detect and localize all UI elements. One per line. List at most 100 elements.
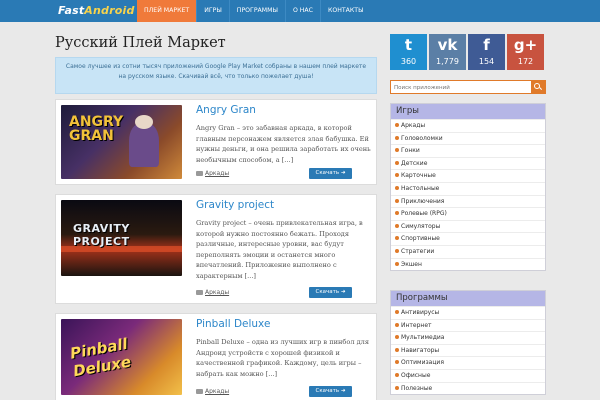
widget-title: Программы — [391, 291, 545, 306]
category-item-internet[interactable]: Интернет — [391, 318, 545, 332]
download-button-label: Скачать — [315, 170, 340, 176]
search-box — [390, 80, 546, 94]
category-label: Офисные — [401, 371, 431, 379]
facebook-icon: f — [483, 36, 490, 54]
vk-icon: vk — [437, 36, 458, 54]
category-item-antivirus[interactable]: Антивирусы — [391, 306, 545, 319]
nav-item-play-market[interactable]: ПЛЕЙ МАРКЕТ — [137, 0, 197, 22]
twitter-icon: t — [404, 36, 413, 54]
programs-category-list: Антивирусы Интернет Мультимедиа Навигато… — [391, 306, 545, 394]
bullet-icon — [395, 185, 399, 190]
bullet-icon — [395, 322, 399, 327]
category-label: Стратегии — [401, 247, 435, 255]
category-item-arcade[interactable]: Аркады — [391, 119, 545, 132]
category-item-kids[interactable]: Детские — [391, 156, 545, 170]
category-item-office[interactable]: Офисные — [391, 368, 545, 382]
category-item-navigation[interactable]: Навигаторы — [391, 343, 545, 357]
search-button[interactable] — [531, 81, 545, 93]
post-description: Pinball Deluxe – одна из лучших игр в пи… — [196, 338, 370, 378]
twitter-count: 360 — [400, 57, 417, 66]
post-category: Аркады — [196, 388, 229, 395]
nav-item-programs[interactable]: ПРОГРАММЫ — [228, 0, 285, 22]
category-label: Антивирусы — [401, 309, 440, 316]
thumbnail-art-text: GRAVITY PROJECT — [73, 222, 130, 248]
character-figure — [129, 123, 159, 167]
google-plus-share-button[interactable]: g+ 172 — [507, 34, 544, 70]
post-card: Pinball Deluxe Pinball Deluxe Pinball De… — [55, 313, 377, 400]
search-icon-handle — [538, 87, 543, 91]
bullet-icon — [395, 372, 399, 377]
category-item-action[interactable]: Экшен — [391, 257, 545, 271]
category-label: Оптимизация — [401, 359, 444, 367]
category-link[interactable]: Аркады — [205, 388, 229, 395]
games-widget: Игры Аркады Головоломки Гонки Детские Ка… — [390, 103, 546, 272]
category-item-useful[interactable]: Полезные — [391, 381, 545, 395]
facebook-count: 154 — [478, 57, 495, 66]
post-title[interactable]: Pinball Deluxe — [196, 318, 270, 330]
bullet-icon — [395, 248, 399, 253]
bullet-icon — [395, 148, 399, 153]
category-item-adventure[interactable]: Приключения — [391, 194, 545, 208]
post-thumbnail[interactable]: ANGRY GRAN — [61, 105, 182, 179]
category-label: Мультимедиа — [401, 334, 445, 342]
download-button[interactable]: Скачать ➜ — [309, 287, 352, 298]
bullet-icon — [395, 173, 399, 178]
programs-widget: Программы Антивирусы Интернет Мультимеди… — [390, 290, 546, 396]
character-head — [135, 115, 153, 129]
vk-share-button[interactable]: vk 1,779 — [429, 34, 466, 70]
download-button-label: Скачать — [315, 289, 340, 295]
bullet-icon — [395, 211, 399, 216]
download-button-label: Скачать — [315, 388, 340, 394]
category-item-simulators[interactable]: Симуляторы — [391, 219, 545, 233]
post-card: ANGRY GRAN Angry Gran Angry Gran – это з… — [55, 99, 377, 185]
post-card: GRAVITY PROJECT Gravity project Gravity … — [55, 194, 377, 304]
category-item-racing[interactable]: Гонки — [391, 144, 545, 157]
site-logo[interactable]: FastAndroid — [55, 4, 138, 18]
widget-title: Игры — [391, 104, 545, 119]
category-item-optimization[interactable]: Оптимизация — [391, 356, 545, 369]
category-label: Ролевые (RPG) — [401, 210, 447, 218]
category-label: Навигаторы — [401, 346, 440, 354]
bullet-icon — [395, 310, 399, 314]
post-title[interactable]: Angry Gran — [196, 104, 256, 116]
thumbnail-art-text: ANGRY GRAN — [69, 114, 124, 144]
nav-item-contacts[interactable]: КОНТАКТЫ — [319, 0, 371, 22]
folder-icon — [196, 171, 203, 176]
category-item-multimedia[interactable]: Мультимедиа — [391, 331, 545, 344]
nav-item-games[interactable]: ИГРЫ — [196, 0, 229, 22]
twitter-share-button[interactable]: t 360 — [390, 34, 427, 70]
bullet-icon — [395, 236, 399, 241]
category-label: Спортивные — [401, 235, 440, 243]
post-thumbnail[interactable]: GRAVITY PROJECT — [61, 200, 182, 276]
vk-count: 1,779 — [436, 57, 459, 66]
search-input[interactable] — [394, 82, 524, 93]
post-title[interactable]: Gravity project — [196, 199, 274, 211]
bullet-icon — [395, 261, 399, 266]
logo-text-main: Fast — [58, 4, 85, 17]
main-nav: ПЛЕЙ МАРКЕТ ИГРЫ ПРОГРАММЫ О НАС КОНТАКТ… — [137, 0, 371, 22]
category-item-rpg[interactable]: Ролевые (RPG) — [391, 207, 545, 220]
thumbnail-art-text: Pinball Deluxe — [68, 334, 133, 381]
category-link[interactable]: Аркады — [205, 289, 229, 296]
category-label: Гонки — [401, 147, 420, 155]
folder-icon — [196, 389, 203, 394]
post-thumbnail[interactable]: Pinball Deluxe — [61, 319, 182, 395]
category-link[interactable]: Аркады — [205, 170, 229, 177]
category-item-card[interactable]: Карточные — [391, 169, 545, 182]
intro-notice: Самое лучшее из сотни тысяч приложений G… — [55, 57, 377, 94]
bullet-icon — [395, 135, 399, 140]
category-label: Интернет — [401, 321, 432, 329]
nav-item-about[interactable]: О НАС — [284, 0, 320, 22]
category-item-strategy[interactable]: Стратегии — [391, 244, 545, 258]
download-button[interactable]: Скачать ➜ — [309, 168, 352, 179]
category-item-board[interactable]: Настольные — [391, 181, 545, 195]
category-label: Полезные — [401, 384, 433, 392]
category-label: Детские — [401, 159, 428, 167]
folder-icon — [196, 290, 203, 295]
post-description: Gravity project – очень привлекательная … — [196, 219, 363, 280]
category-item-sports[interactable]: Спортивные — [391, 232, 545, 245]
games-category-list: Аркады Головоломки Гонки Детские Карточн… — [391, 119, 545, 270]
facebook-share-button[interactable]: f 154 — [468, 34, 505, 70]
download-button[interactable]: Скачать ➜ — [309, 386, 352, 397]
category-item-puzzles[interactable]: Головоломки — [391, 131, 545, 145]
